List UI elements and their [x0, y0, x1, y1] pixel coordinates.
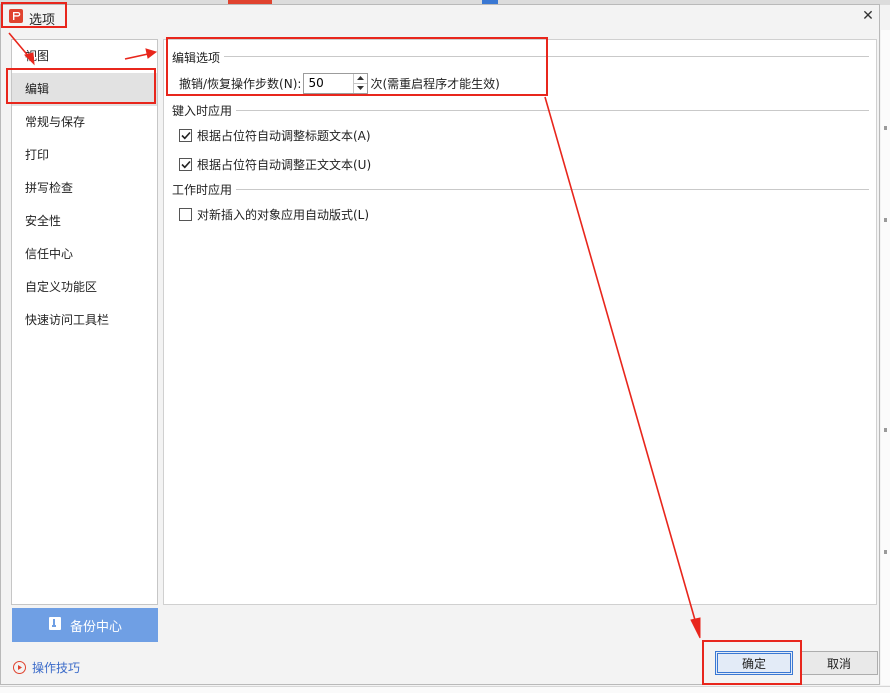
auto-fit-title-checkbox[interactable]	[179, 128, 192, 142]
edit-options-panel: 编辑选项 撤销/恢复操作步数(N): 次(需重启程序才能生效) 键入时应用	[163, 39, 877, 605]
sidebar-item-label: 编辑	[25, 82, 50, 96]
backup-center-label: 备份中心	[69, 619, 122, 635]
operation-tips-link[interactable]: 操作技巧	[13, 659, 80, 675]
scroll-tick	[884, 218, 887, 222]
sidebar-item-customize-ribbon[interactable]: 自定义功能区	[12, 271, 157, 304]
undo-steps-label: 撤销/恢复操作步数(N):	[179, 76, 302, 91]
group-divider	[234, 110, 869, 111]
cancel-button-label: 取消	[826, 656, 851, 671]
sidebar-item-trust-center[interactable]: 信任中心	[12, 238, 157, 271]
sidebar-item-edit[interactable]: 编辑	[12, 73, 157, 106]
sidebar-item-label: 信任中心	[25, 247, 74, 261]
undo-steps-input[interactable]	[304, 73, 351, 93]
undo-steps-stepper[interactable]	[303, 72, 369, 94]
sidebar-item-spellcheck[interactable]: 拼写检查	[12, 172, 157, 205]
sidebar-item-label: 自定义功能区	[25, 280, 98, 294]
sidebar-item-label: 视图	[25, 49, 50, 63]
group-divider	[172, 56, 869, 57]
auto-fit-body-option[interactable]: 根据占位符自动调整正文文本(U)	[179, 156, 371, 172]
typing-apply-heading: 键入时应用	[172, 102, 237, 119]
sidebar-item-print[interactable]: 打印	[12, 139, 157, 172]
scroll-tick	[884, 550, 887, 554]
edit-options-heading: 编辑选项	[172, 49, 225, 66]
stepper-down-icon[interactable]	[354, 82, 368, 92]
work-apply-heading: 工作时应用	[172, 181, 237, 198]
sidebar-item-quick-access-toolbar[interactable]: 快速访问工具栏	[12, 304, 157, 337]
scroll-tick	[884, 126, 887, 130]
auto-fit-body-label: 根据占位符自动调整正文文本(U)	[197, 157, 372, 172]
play-circle-icon	[13, 660, 26, 674]
undo-steps-note: 次(需重启程序才能生效)	[370, 76, 500, 91]
stepper-up-icon[interactable]	[354, 74, 367, 83]
backup-center-button[interactable]: 备份中心	[12, 608, 158, 642]
ok-button-label: 确定	[741, 656, 766, 671]
auto-fit-body-checkbox[interactable]	[179, 157, 192, 171]
background-status-strip	[0, 686, 890, 693]
auto-fit-title-option[interactable]: 根据占位符自动调整标题文本(A)	[179, 127, 371, 143]
sidebar-item-view[interactable]: 视图	[12, 40, 157, 73]
background-scrollbar	[881, 30, 890, 685]
backup-icon	[48, 616, 62, 635]
window-title: 选项	[29, 13, 56, 28]
sidebar-item-label: 拼写检查	[25, 181, 74, 195]
operation-tips-label: 操作技巧	[32, 660, 81, 675]
undo-steps-row: 撤销/恢复操作步数(N): 次(需重启程序才能生效)	[179, 72, 500, 94]
stepper-buttons	[353, 73, 368, 93]
sidebar-item-general-save[interactable]: 常规与保存	[12, 106, 157, 139]
sidebar-item-label: 快速访问工具栏	[25, 313, 110, 327]
sidebar-item-security[interactable]: 安全性	[12, 205, 157, 238]
auto-layout-option[interactable]: 对新插入的对象应用自动版式(L)	[179, 206, 369, 222]
cancel-button[interactable]: 取消	[800, 651, 878, 675]
close-icon[interactable]: ✕	[859, 7, 877, 25]
auto-layout-label: 对新插入的对象应用自动版式(L)	[197, 207, 370, 222]
group-divider	[234, 189, 869, 190]
options-sidebar: 视图 编辑 常规与保存 打印 拼写检查 安全性 信任中心 自定义功能区 快速访问…	[11, 39, 158, 605]
auto-layout-checkbox[interactable]	[179, 207, 192, 221]
auto-fit-title-label: 根据占位符自动调整标题文本(A)	[197, 128, 371, 143]
sidebar-item-label: 打印	[25, 148, 50, 162]
sidebar-item-label: 常规与保存	[25, 115, 86, 129]
title-bar: 选项 ✕	[1, 5, 879, 29]
options-dialog: 选项 ✕ 视图 编辑 常规与保存 打印 拼写检查 安全性 信任中心 自定义功能区…	[0, 4, 880, 685]
scroll-tick	[884, 428, 887, 432]
presentation-app-icon	[9, 9, 23, 23]
ok-button[interactable]: 确定	[715, 651, 793, 675]
sidebar-item-label: 安全性	[25, 214, 62, 228]
